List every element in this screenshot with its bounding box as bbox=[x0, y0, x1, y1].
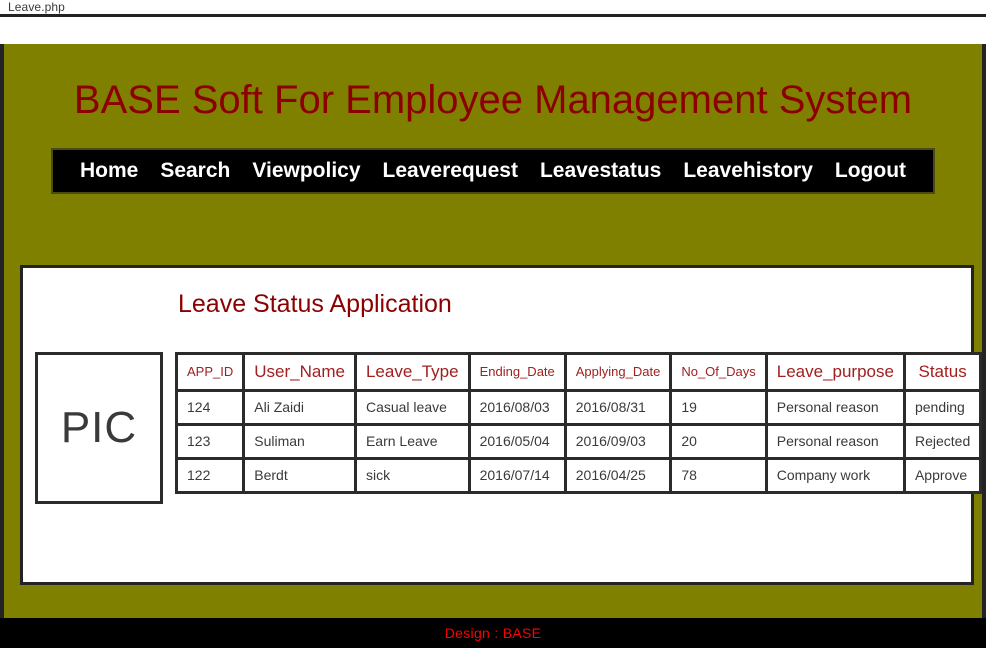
table-row: 123 Suliman Earn Leave 2016/05/04 2016/09/03… bbox=[178, 425, 980, 457]
column-header-no-of-days: No_Of_Days bbox=[672, 354, 765, 389]
cell-ending-date: 2016/05/04 bbox=[470, 425, 564, 457]
cell-app-id: 123 bbox=[178, 425, 243, 457]
page-footer: Design : BASE bbox=[0, 617, 986, 648]
page-body: BASE Soft For Employee Management System… bbox=[0, 43, 986, 618]
table-body: 124 Ali Zaidi Casual leave 2016/08/03 2016/0… bbox=[178, 391, 980, 491]
profile-picture-label: PIC bbox=[60, 402, 138, 452]
cell-status: Approve bbox=[905, 459, 980, 491]
cell-applying-date: 2016/08/31 bbox=[566, 391, 670, 423]
cell-leave-purpose: Personal reason bbox=[767, 391, 903, 423]
cell-user-name: Ali Zaidi bbox=[245, 391, 354, 423]
nav-item-leavehistory[interactable]: Leavehistory bbox=[672, 156, 824, 186]
nav-item-leaverequest[interactable]: Leaverequest bbox=[372, 156, 529, 186]
page-title: Leave Status Application bbox=[178, 289, 452, 318]
cell-app-id: 124 bbox=[178, 391, 243, 423]
cell-no-of-days: 78 bbox=[672, 459, 765, 491]
window-tab-label: Leave.php bbox=[8, 0, 65, 14]
footer-credit-text: Design : BASE bbox=[444, 624, 542, 641]
cell-leave-purpose: Personal reason bbox=[767, 425, 903, 457]
table-header-row: APP_ID User_Name Leave_Type Ending_Date Appl… bbox=[178, 354, 980, 389]
navigation-bar: Home Search Viewpolicy Leaverequest Leavesta… bbox=[50, 147, 936, 195]
site-title: BASE Soft For Employee Management System bbox=[73, 77, 913, 122]
cell-user-name: Suliman bbox=[245, 425, 354, 457]
nav-item-home[interactable]: Home bbox=[69, 156, 149, 186]
cell-leave-purpose: Company work bbox=[767, 459, 903, 491]
cell-status: pending bbox=[905, 391, 980, 423]
cell-ending-date: 2016/08/03 bbox=[470, 391, 564, 423]
table-header: APP_ID User_Name Leave_Type Ending_Date Appl… bbox=[178, 354, 980, 389]
column-header-leave-type: Leave_Type bbox=[356, 354, 468, 389]
window-titlebar: Leave.php bbox=[0, 0, 986, 17]
cell-no-of-days: 20 bbox=[672, 425, 765, 457]
column-header-app-id: APP_ID bbox=[178, 354, 243, 389]
nav-item-search[interactable]: Search bbox=[149, 156, 241, 186]
leave-status-table: APP_ID User_Name Leave_Type Ending_Date Appl… bbox=[175, 351, 983, 494]
table-row: 124 Ali Zaidi Casual leave 2016/08/03 2016/0… bbox=[178, 391, 980, 423]
cell-user-name: Berdt bbox=[245, 459, 354, 491]
cell-leave-type: Earn Leave bbox=[356, 425, 468, 457]
leave-status-table-wrapper: APP_ID User_Name Leave_Type Ending_Date Appl… bbox=[175, 351, 983, 494]
profile-picture-placeholder: PIC bbox=[35, 351, 163, 504]
cell-applying-date: 2016/04/25 bbox=[566, 459, 670, 491]
column-header-user-name: User_Name bbox=[245, 354, 354, 389]
column-header-leave-purpose: Leave_purpose bbox=[767, 354, 903, 389]
cell-leave-type: sick bbox=[356, 459, 468, 491]
navigation-bar-wrapper: Home Search Viewpolicy Leaverequest Leavesta… bbox=[4, 147, 982, 195]
table-row: 122 Berdt sick 2016/07/14 2016/04/25 78 Compan… bbox=[178, 459, 980, 491]
cell-no-of-days: 19 bbox=[672, 391, 765, 423]
column-header-ending-date: Ending_Date bbox=[470, 354, 564, 389]
nav-item-viewpolicy[interactable]: Viewpolicy bbox=[241, 156, 371, 186]
cell-leave-type: Casual leave bbox=[356, 391, 468, 423]
cell-status: Rejected bbox=[905, 425, 980, 457]
nav-item-leavestatus[interactable]: Leavestatus bbox=[529, 156, 672, 186]
cell-app-id: 122 bbox=[178, 459, 243, 491]
cell-applying-date: 2016/09/03 bbox=[566, 425, 670, 457]
cell-ending-date: 2016/07/14 bbox=[470, 459, 564, 491]
column-header-status: Status bbox=[905, 354, 980, 389]
nav-item-logout[interactable]: Logout bbox=[824, 156, 917, 186]
column-header-applying-date: Applying_Date bbox=[566, 354, 670, 389]
